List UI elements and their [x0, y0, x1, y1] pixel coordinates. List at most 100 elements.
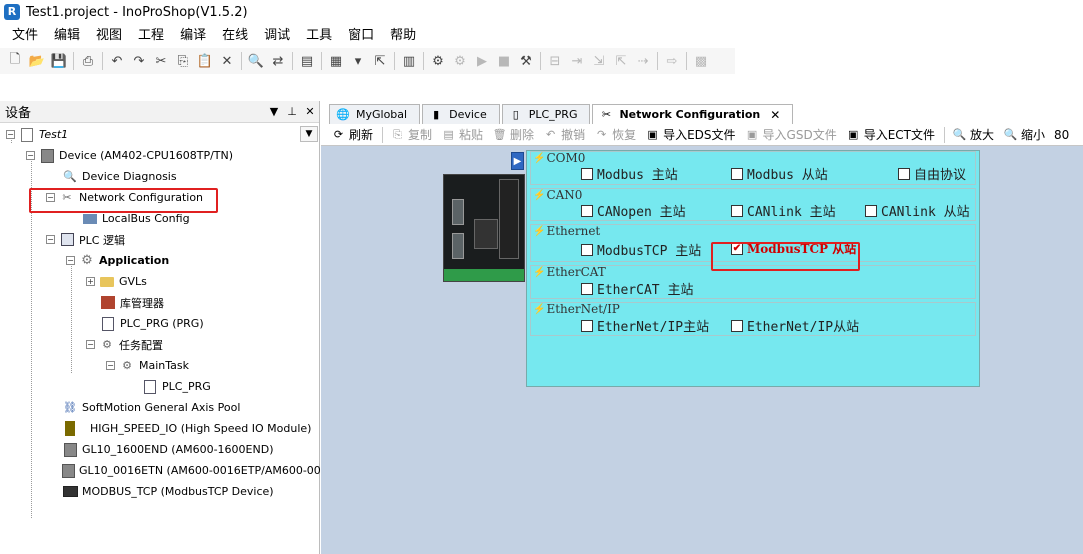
menu-tools[interactable]: 工具	[298, 24, 340, 48]
expand-arrow-icon[interactable]: ▶	[511, 152, 524, 170]
window-icon[interactable]: ▤	[297, 51, 317, 71]
menu-help[interactable]: 帮助	[382, 24, 424, 48]
menu-file[interactable]: 文件	[4, 24, 46, 48]
option-modbustcp-master[interactable]: ModbusTCP 主站	[581, 240, 701, 259]
tree-item-modbus-tcp[interactable]: MODBUS_TCP (ModbusTCP Device)	[62, 481, 274, 502]
save-icon[interactable]: 💾	[49, 51, 69, 71]
logout-icon[interactable]: ⚙	[450, 51, 470, 71]
close-tab-icon[interactable]: ✕	[770, 108, 780, 122]
checkbox[interactable]	[898, 167, 910, 180]
collapse-icon[interactable]: −	[46, 235, 55, 244]
paste-button[interactable]: ▤ 粘贴	[441, 126, 483, 143]
paste-icon[interactable]: 📋	[195, 51, 215, 71]
pin-icon[interactable]: ⊥	[283, 105, 301, 118]
login-icon[interactable]: ⚙	[428, 51, 448, 71]
tree-item-high-speed-io[interactable]: HIGH_SPEED_IO (High Speed IO Module)	[62, 418, 311, 439]
menu-online[interactable]: 在线	[214, 24, 256, 48]
option-ethercat-master[interactable]: EtherCAT 主站	[581, 279, 693, 298]
run-icon[interactable]: ▶	[472, 51, 492, 71]
print-icon[interactable]: ⎙	[78, 51, 98, 71]
expand-icon[interactable]: +	[86, 277, 95, 286]
write-values-icon[interactable]: ▩	[691, 51, 711, 71]
import-eds-button[interactable]: ▣ 导入EDS文件	[645, 126, 735, 143]
collapse-icon[interactable]: −	[66, 256, 75, 265]
tab-plc-prg[interactable]: ▯ PLC_PRG	[501, 104, 591, 124]
replace-icon[interactable]: ⇄	[268, 51, 288, 71]
tab-myglobal[interactable]: 🌐 MyGlobal	[329, 104, 421, 124]
zoom-in-button[interactable]: 🔍 放大	[952, 126, 994, 143]
copy-button[interactable]: ⎘ 复制	[390, 126, 432, 143]
tree-item-library-manager[interactable]: 库管理器	[100, 292, 164, 313]
reset-icon[interactable]: ⚒	[516, 51, 536, 71]
dropdown-arrow-icon[interactable]: ▾	[348, 51, 368, 71]
tree-item-task-plc-prg[interactable]: PLC_PRG	[142, 376, 211, 397]
stop-icon[interactable]: ■	[494, 51, 514, 71]
next-statement-icon[interactable]: ⇨	[662, 51, 682, 71]
menu-project[interactable]: 工程	[130, 24, 172, 48]
new-project-icon[interactable]: 🗋	[5, 51, 25, 71]
tree-item-device[interactable]: − Device (AM402-CPU1608TP/TN)	[26, 145, 233, 166]
option-free-protocol[interactable]: 自由协议	[898, 164, 966, 183]
panel-menu-icon[interactable]: ▼	[265, 105, 283, 118]
tree-item-gl10-1600end[interactable]: GL10_1600END (AM600-1600END)	[62, 439, 274, 460]
find-icon[interactable]: 🔍	[246, 51, 266, 71]
tab-network-configuration[interactable]: ✂ Network Configuration ✕	[592, 104, 794, 124]
tree-item-project[interactable]: − Test1	[6, 124, 68, 145]
zoom-level[interactable]: 80	[1054, 128, 1069, 142]
refresh-button[interactable]: ⟳ 刷新	[331, 126, 373, 143]
tree-item-plc-prg[interactable]: PLC_PRG (PRG)	[100, 313, 204, 334]
option-canlink-slave[interactable]: CANlink 从站	[865, 201, 970, 220]
close-icon[interactable]: ✕	[301, 105, 319, 118]
cursor-icon[interactable]: ⇢	[633, 51, 653, 71]
option-modbus-master[interactable]: Modbus 主站	[581, 164, 678, 183]
open-folder-icon[interactable]: 📂	[27, 51, 47, 71]
checkbox[interactable]	[581, 282, 593, 295]
collapse-icon[interactable]: −	[106, 361, 115, 370]
copy-icon[interactable]: ⎘	[173, 51, 193, 71]
tab-device[interactable]: ▮ Device	[422, 104, 500, 124]
delete-icon[interactable]: ✕	[217, 51, 237, 71]
tree-item-maintask[interactable]: − ⚙ MainTask	[106, 355, 189, 376]
tree-item-application[interactable]: − ⚙ Application	[66, 250, 169, 271]
breakpoint-icon[interactable]: ⊟	[545, 51, 565, 71]
collapse-icon[interactable]: −	[26, 151, 35, 160]
checkbox[interactable]	[581, 204, 593, 217]
checkbox[interactable]	[731, 167, 743, 180]
import-ect-button[interactable]: ▣ 导入ECT文件	[846, 126, 935, 143]
checkbox[interactable]	[581, 319, 593, 332]
zoom-out-button[interactable]: 🔍 缩小	[1003, 126, 1045, 143]
option-canlink-master[interactable]: CANlink 主站	[731, 201, 836, 220]
checkbox[interactable]	[731, 319, 743, 332]
tree-item-softmotion-axis-pool[interactable]: ⛓ SoftMotion General Axis Pool	[62, 397, 240, 418]
tree-item-gl10-0016etn[interactable]: GL10_0016ETN (AM600-0016ETP/AM600-0016ET	[62, 460, 320, 481]
option-canopen-master[interactable]: CANopen 主站	[581, 201, 686, 220]
tree-item-task-configuration[interactable]: − ⚙ 任务配置	[86, 334, 163, 355]
compile-icon[interactable]: ▥	[399, 51, 419, 71]
import-gsd-button[interactable]: ▣ 导入GSD文件	[745, 126, 837, 143]
menu-window[interactable]: 窗口	[340, 24, 382, 48]
option-ethernetip-slave[interactable]: EtherNet/IP从站	[731, 316, 859, 335]
step-into-icon[interactable]: ⇲	[589, 51, 609, 71]
export-icon[interactable]: ⇱	[370, 51, 390, 71]
undo-button[interactable]: ↶ 撤销	[543, 126, 585, 143]
delete-button[interactable]: 🗑 删除	[492, 126, 535, 143]
option-ethernetip-master[interactable]: EtherNet/IP主站	[581, 316, 709, 335]
redo-button[interactable]: ↷ 恢复	[594, 126, 636, 143]
build-icon[interactable]: ▦	[326, 51, 346, 71]
checkbox[interactable]	[581, 243, 593, 256]
collapse-icon[interactable]: −	[6, 130, 15, 139]
checkbox[interactable]	[581, 167, 593, 180]
cut-icon[interactable]: ✂	[151, 51, 171, 71]
tree-item-gvls[interactable]: + GVLs	[86, 271, 147, 292]
option-modbus-slave[interactable]: Modbus 从站	[731, 164, 828, 183]
menu-edit[interactable]: 编辑	[46, 24, 88, 48]
tree-item-device-diagnosis[interactable]: 🔍 Device Diagnosis	[62, 166, 176, 187]
tree-dropdown-icon[interactable]: ▼	[300, 126, 318, 142]
undo-icon[interactable]: ↶	[107, 51, 127, 71]
collapse-icon[interactable]: −	[86, 340, 95, 349]
tree-item-plc-logic[interactable]: − PLC 逻辑	[46, 229, 125, 250]
menu-debug[interactable]: 调试	[256, 24, 298, 48]
checkbox[interactable]	[731, 204, 743, 217]
step-over-icon[interactable]: ⇥	[567, 51, 587, 71]
checkbox[interactable]	[865, 204, 877, 217]
